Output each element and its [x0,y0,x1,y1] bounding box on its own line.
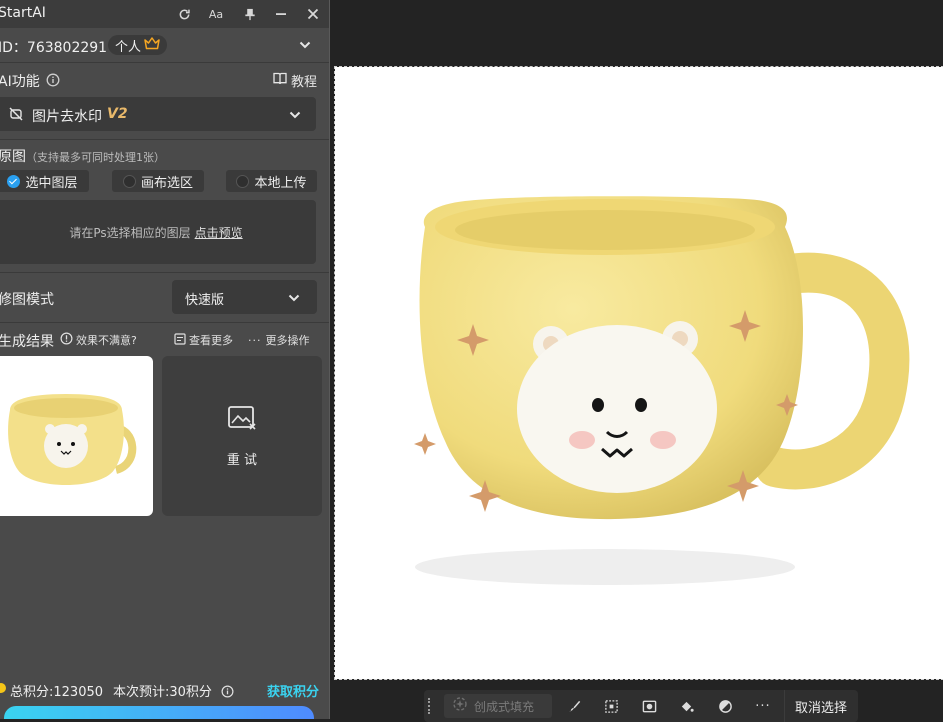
more-icon: ··· [248,333,262,347]
app-title: StartAI [0,5,46,21]
chevron-down-icon [288,107,302,126]
pin-icon[interactable] [240,4,260,24]
divider [0,272,329,273]
view-more-label: 查看更多 [189,334,233,347]
contextual-task-bar: 创成式填充 ··· 取消选择 [424,690,858,722]
tutorial-label: 教程 [291,75,318,90]
more-icon[interactable]: ··· [752,696,774,716]
user-id: ID：763802291 [0,40,108,56]
close-icon[interactable] [303,4,323,24]
account-row: ID：763802291 个人 [0,29,329,61]
sparkle-icon [452,696,468,716]
preview-placeholder: 请在Ps选择相应的图层 [69,225,191,240]
get-points-link[interactable]: 获取积分 [267,681,319,700]
info-icon[interactable] [46,72,60,91]
ai-function-label: AI功能 [0,74,40,90]
source-label: 原图（支持最多可同时处理1张） [0,146,165,166]
option-label: 选中图层 [25,175,78,191]
list-icon [174,332,186,348]
mask-icon[interactable] [638,696,660,716]
view-more-link[interactable]: 查看更多 [174,332,233,348]
option-label: 本地上传 [254,175,307,191]
mode-select[interactable]: 快速版 [172,280,317,314]
brush-icon[interactable] [563,696,585,716]
document-canvas[interactable] [334,66,943,680]
info-icon[interactable] [221,683,234,702]
watermark-off-icon [8,106,24,126]
feedback-link[interactable]: 效果不满意? [60,332,137,348]
more-actions-label: 更多操作 [265,334,310,347]
feedback-label: 效果不满意? [76,334,137,347]
source-preview-box: 请在Ps选择相应的图层 点击预览 [0,200,316,264]
crown-icon [144,36,160,54]
plan-label: 个人 [115,39,142,55]
radio-checked-icon [7,174,21,188]
mug-thumbnail-image [8,394,137,485]
book-icon [273,72,287,89]
feature-version: V2 [107,106,128,122]
generate-button[interactable] [4,706,314,719]
chevron-down-icon [287,290,301,309]
source-note: （支持最多可同时处理1张） [26,151,165,164]
divider [0,139,329,140]
tutorial-link[interactable]: 教程 [273,71,317,90]
option-local-upload[interactable]: 本地上传 [226,170,317,192]
option-canvas-selection[interactable]: 画布选区 [112,170,204,192]
total-points: 总积分:123050 [10,685,104,700]
divider [0,322,329,323]
result-thumbnail[interactable] [0,356,153,516]
account-expand-icon[interactable] [298,37,312,56]
divider [0,62,329,63]
transform-select-icon[interactable] [600,696,622,716]
font-size-icon[interactable]: Aa [206,4,226,24]
feature-select[interactable]: 图片去水印 V2 [0,97,316,131]
estimated-points: 本次预计:30积分 [113,685,212,700]
minimize-icon[interactable] [271,4,291,24]
plan-badge[interactable]: 个人 [108,35,168,55]
radio-icon [122,174,136,188]
mode-value: 快速版 [185,293,225,308]
mode-label: 修图模式 [0,292,54,308]
retry-label: 重 试 [226,452,258,468]
startai-panel: StartAI Aa ID：763802291 个人 AI功能 教程 图片去水印… [0,0,330,719]
more-actions-link[interactable]: ··· 更多操作 [248,332,310,348]
generative-fill-label: 创成式填充 [474,699,535,714]
drag-handle-icon[interactable] [428,698,434,714]
deselect-button[interactable]: 取消选择 [784,690,857,722]
retry-card[interactable]: 重 试 [162,356,322,516]
mug-image [414,196,910,585]
feature-label: 图片去水印 [32,109,102,125]
refresh-icon[interactable] [174,4,194,24]
adjust-icon[interactable] [714,696,736,716]
option-label: 画布选区 [140,175,193,191]
title-bar: StartAI Aa [0,0,329,28]
alert-icon [60,332,73,348]
preview-link[interactable]: 点击预览 [195,224,243,241]
generative-fill-button[interactable]: 创成式填充 [444,694,552,718]
result-label: 生成结果 [0,334,54,350]
option-selected-layer[interactable]: 选中图层 [0,170,89,192]
radio-icon [236,174,250,188]
points-row: 总积分:123050 本次预计:30积分 获取积分 [0,678,329,700]
coin-icon [0,683,6,693]
source-title: 原图 [0,149,26,165]
paint-bucket-icon[interactable] [675,696,697,716]
image-retry-icon [227,405,257,435]
